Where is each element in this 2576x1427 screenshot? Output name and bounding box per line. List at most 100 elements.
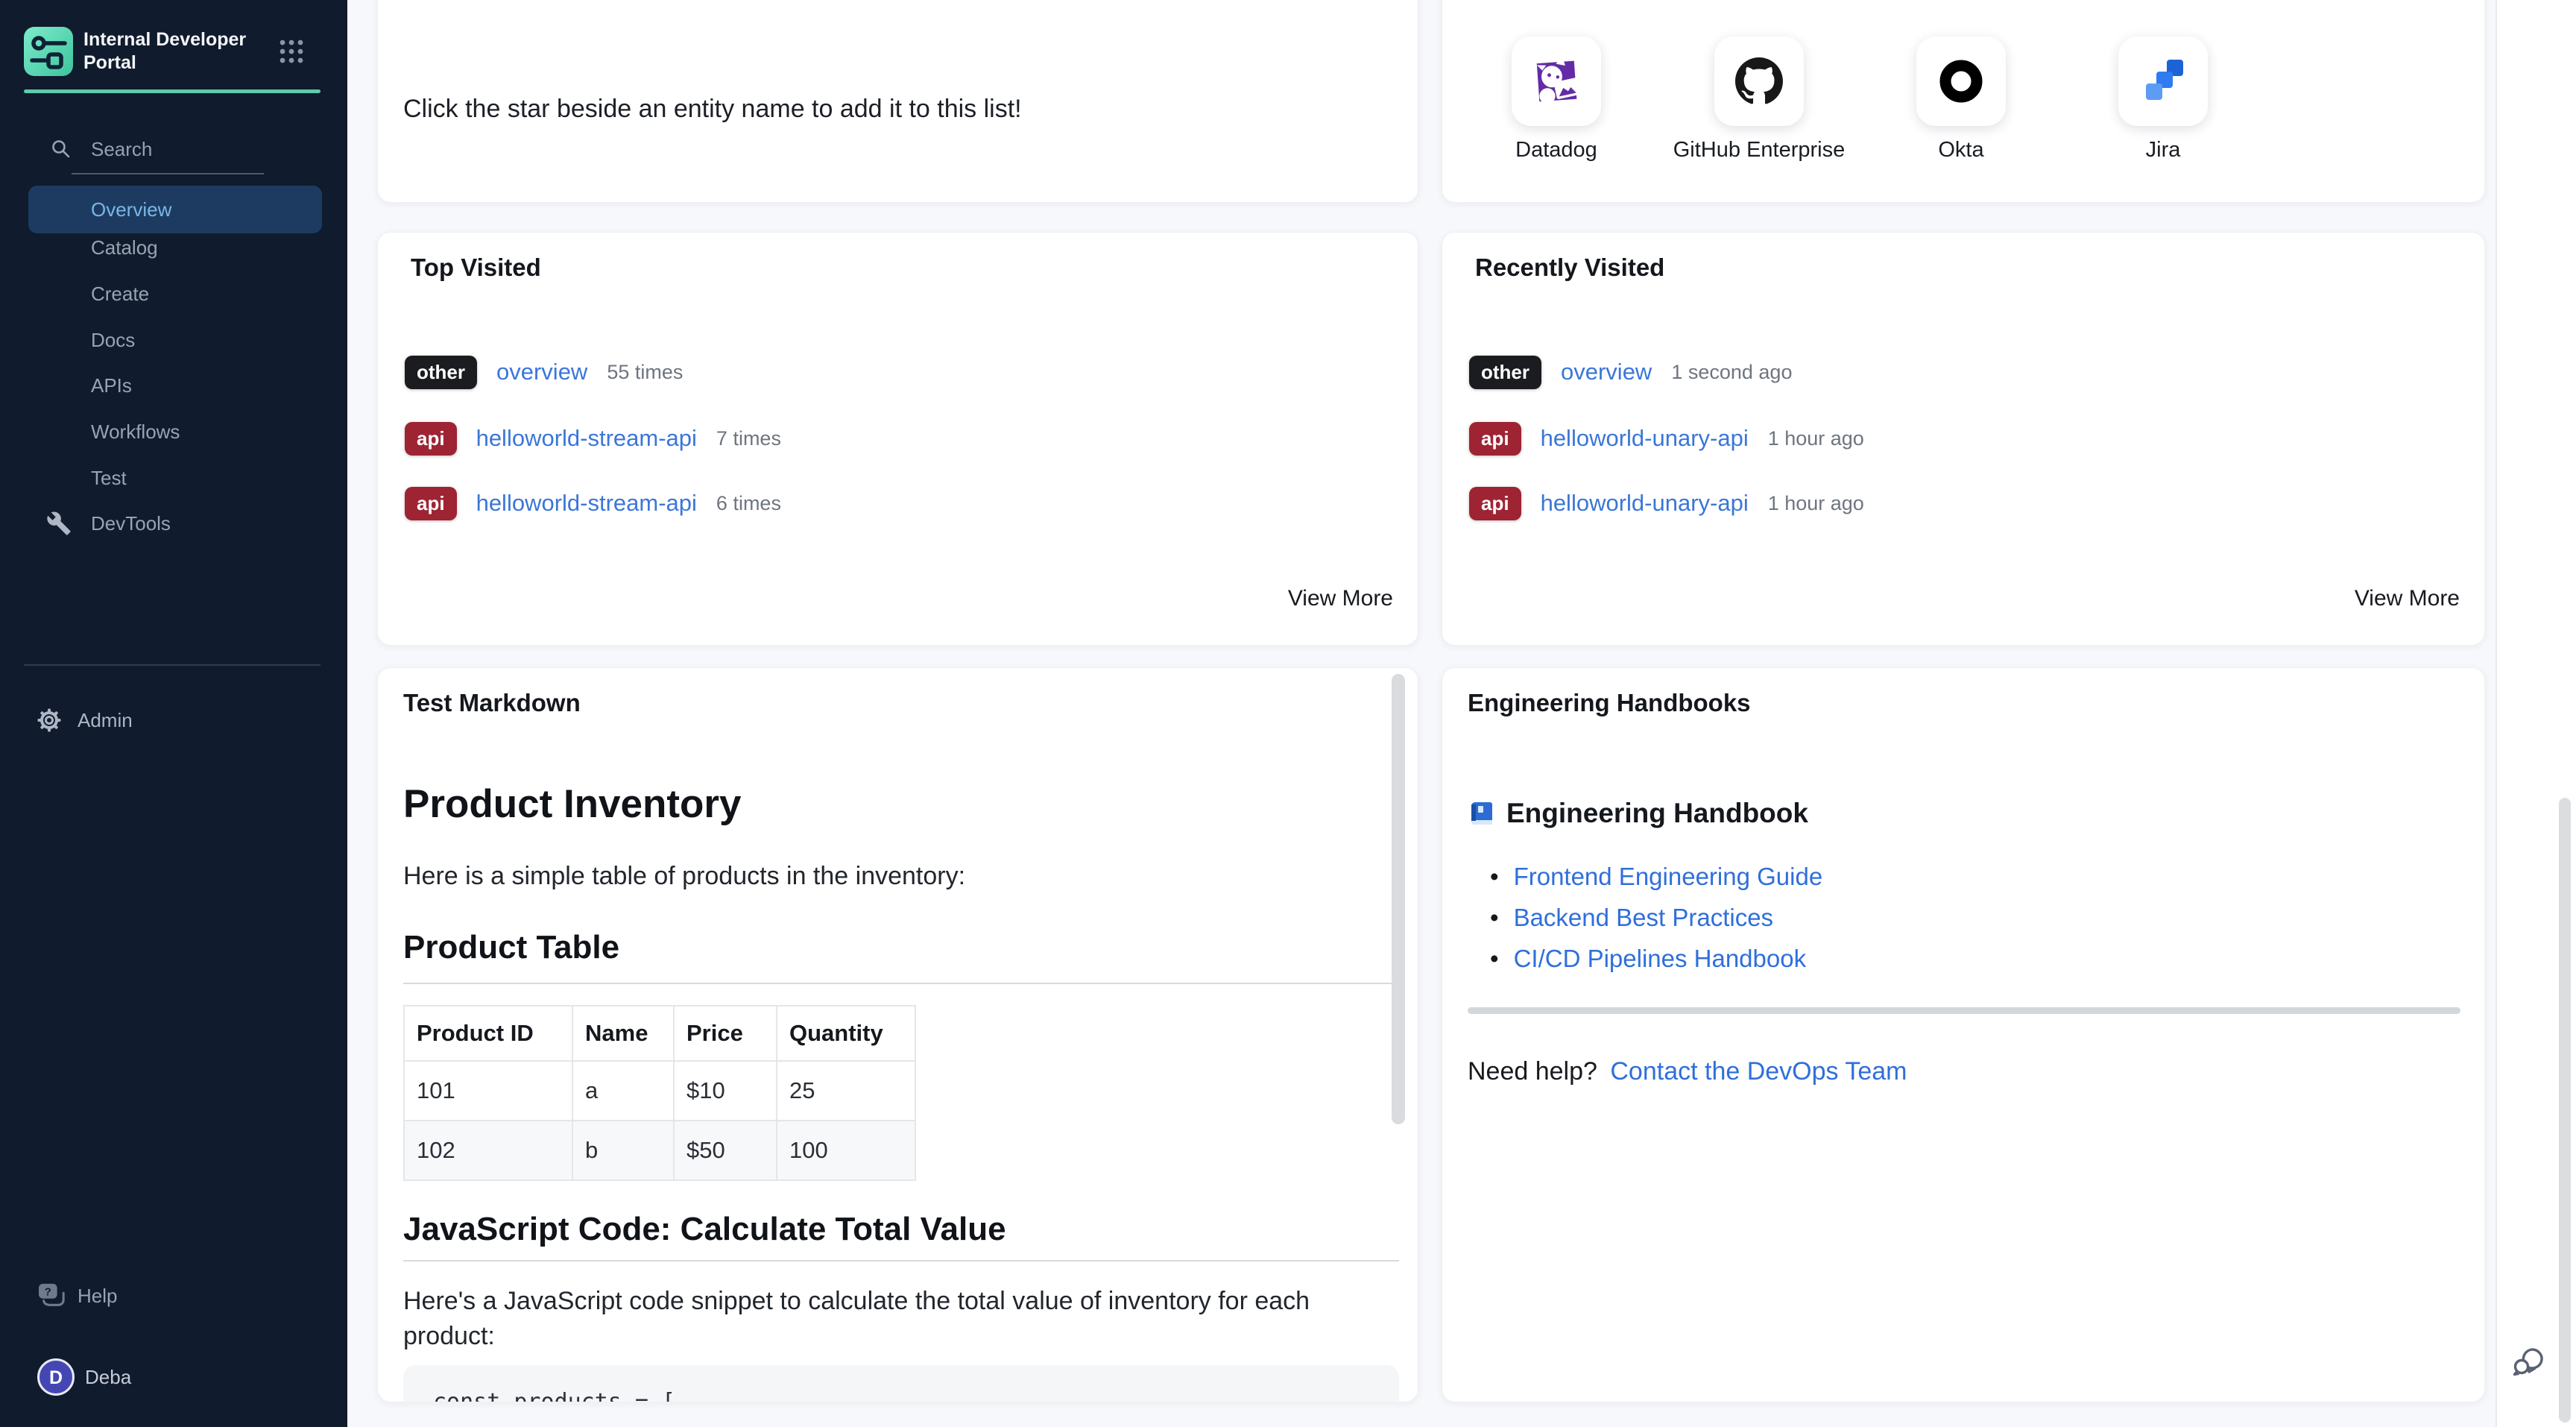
page-scrollbar-thumb[interactable]: [2559, 798, 2571, 1423]
list-item: Frontend Engineering Guide: [1490, 856, 1822, 897]
table-cell: b: [572, 1121, 674, 1180]
toolkit-tile-github[interactable]: [1714, 37, 1804, 126]
search-input[interactable]: Search: [0, 128, 347, 170]
entity-link[interactable]: helloworld-unary-api: [1541, 490, 1749, 517]
table-header: Name: [572, 1006, 674, 1061]
sidebar-item-create[interactable]: Create: [28, 271, 322, 317]
table-cell: 25: [777, 1061, 915, 1121]
sidebar-item-catalog[interactable]: Catalog: [28, 224, 322, 271]
card-title: Engineering Handbooks: [1468, 689, 1751, 717]
toolkit-card: Datadog GitHub Enterprise Okta Jira: [1442, 0, 2485, 203]
datadog-icon: [1527, 52, 1585, 110]
card-title: Test Markdown: [403, 689, 581, 717]
app-title: Internal Developer Portal: [83, 28, 270, 75]
visited-row: api helloworld-stream-api 6 times: [405, 485, 781, 521]
kind-badge: other: [405, 356, 477, 389]
table-header: Price: [674, 1006, 777, 1061]
search-icon: [51, 139, 72, 160]
starred-entities-card: Click the star beside an entity name to …: [377, 0, 1418, 203]
sidebar-item-label: Overview: [91, 198, 171, 221]
view-more-button[interactable]: View More: [1288, 586, 1393, 611]
list-item: CI/CD Pipelines Handbook: [1490, 938, 1822, 979]
sidebar-item-label: Create: [91, 283, 149, 305]
apps-grid-icon[interactable]: [279, 39, 304, 64]
table-cell: 100: [777, 1121, 915, 1180]
visit-count: 55 times: [607, 361, 683, 384]
portal-logo-icon: [24, 27, 73, 76]
toolkit-label: GitHub Enterprise: [1655, 138, 1863, 163]
visited-row: api helloworld-unary-api 1 hour ago: [1469, 485, 1864, 521]
okta-icon: [1935, 55, 1987, 107]
recently-visited-card: Recently Visited other overview 1 second…: [1442, 232, 2485, 646]
sidebar-divider: [24, 664, 321, 666]
table-cell: 101: [404, 1061, 572, 1121]
table-row: 101 a $10 25: [404, 1061, 915, 1121]
entity-link[interactable]: overview: [1561, 359, 1652, 385]
table-cell: 102: [404, 1121, 572, 1180]
sidebar-item-label: Help: [78, 1285, 117, 1307]
sidebar-item-workflows[interactable]: Workflows: [28, 409, 322, 455]
search-placeholder: Search: [91, 128, 152, 170]
avatar: D: [37, 1358, 75, 1396]
entity-link[interactable]: helloworld-stream-api: [476, 425, 697, 452]
sidebar-item-help[interactable]: ? Help: [28, 1273, 322, 1319]
handbook-link[interactable]: CI/CD Pipelines Handbook: [1514, 945, 1807, 972]
handbook-section-header: Engineering Handbook: [1468, 798, 1808, 829]
visit-time: 1 second ago: [1671, 361, 1792, 384]
kind-badge: api: [405, 487, 457, 520]
entity-link[interactable]: helloworld-stream-api: [476, 490, 697, 517]
chat-fab-button[interactable]: [2509, 1342, 2548, 1381]
visit-time: 1 hour ago: [1768, 492, 1864, 515]
card-title: Top Visited: [411, 253, 541, 282]
card-scrollbar-thumb[interactable]: [1392, 674, 1405, 1124]
entity-link[interactable]: helloworld-unary-api: [1541, 425, 1749, 452]
help-chat-icon: ?: [37, 1282, 67, 1309]
kind-badge: api: [1469, 422, 1521, 456]
table-cell: $50: [674, 1121, 777, 1180]
brand-divider: [24, 89, 321, 93]
user-menu[interactable]: D Deba: [28, 1355, 322, 1402]
sidebar-item-label: Docs: [91, 329, 135, 351]
toolkit-label: Datadog: [1452, 138, 1661, 163]
handbook-link[interactable]: Frontend Engineering Guide: [1514, 863, 1823, 890]
markdown-h2-product-table: Product Table: [403, 929, 1399, 984]
engineering-handbooks-card: Engineering Handbooks Engineering Handbo…: [1442, 667, 2485, 1402]
help-prefix: Need help?: [1468, 1057, 1597, 1086]
table-row: 102 b $50 100: [404, 1121, 915, 1180]
starred-entities-hint: Click the star beside an entity name to …: [403, 95, 1022, 124]
toolkit-label: Okta: [1857, 138, 2065, 163]
app-logo[interactable]: [24, 27, 73, 76]
toolkit-tile-jira[interactable]: [2118, 37, 2208, 126]
toolkit-tile-datadog[interactable]: [1512, 37, 1601, 126]
search-underline: [72, 173, 264, 174]
chat-bubbles-icon: [2509, 1342, 2548, 1381]
list-item: Backend Best Practices: [1490, 897, 1822, 938]
sidebar-item-label: Catalog: [91, 236, 158, 259]
sidebar-item-admin[interactable]: Admin: [28, 697, 322, 743]
jira-icon: [2137, 55, 2189, 107]
help-line: Need help? Contact the DevOps Team: [1468, 1057, 1907, 1086]
user-name: Deba: [85, 1355, 131, 1399]
sidebar-item-test[interactable]: Test: [28, 455, 322, 501]
contact-devops-link[interactable]: Contact the DevOps Team: [1610, 1057, 1907, 1086]
book-icon: [1468, 800, 1494, 827]
handbook-link[interactable]: Backend Best Practices: [1514, 904, 1774, 931]
sidebar-item-docs[interactable]: Docs: [28, 317, 322, 363]
sidebar-item-apis[interactable]: APIs: [28, 362, 322, 409]
markdown-paragraph: Here's a JavaScript code snippet to calc…: [403, 1284, 1365, 1354]
view-more-button[interactable]: View More: [2355, 586, 2460, 611]
kind-badge: api: [405, 422, 457, 456]
table-cell: a: [572, 1061, 674, 1121]
sidebar: Internal Developer Portal Search Overvie…: [0, 0, 347, 1427]
sidebar-item-label: Workflows: [91, 420, 180, 443]
top-visited-card: Top Visited other overview 55 times api …: [377, 232, 1418, 646]
handbook-section-title: Engineering Handbook: [1506, 798, 1808, 829]
sidebar-item-devtools[interactable]: DevTools: [28, 500, 322, 546]
visited-row: other overview 1 second ago: [1469, 354, 1792, 390]
visited-row: api helloworld-unary-api 1 hour ago: [1469, 420, 1864, 456]
toolkit-tile-okta[interactable]: [1916, 37, 2006, 126]
entity-link[interactable]: overview: [496, 359, 587, 385]
visit-count: 7 times: [716, 427, 781, 450]
card-title: Recently Visited: [1475, 253, 1664, 282]
toolkit-label: Jira: [2059, 138, 2267, 163]
